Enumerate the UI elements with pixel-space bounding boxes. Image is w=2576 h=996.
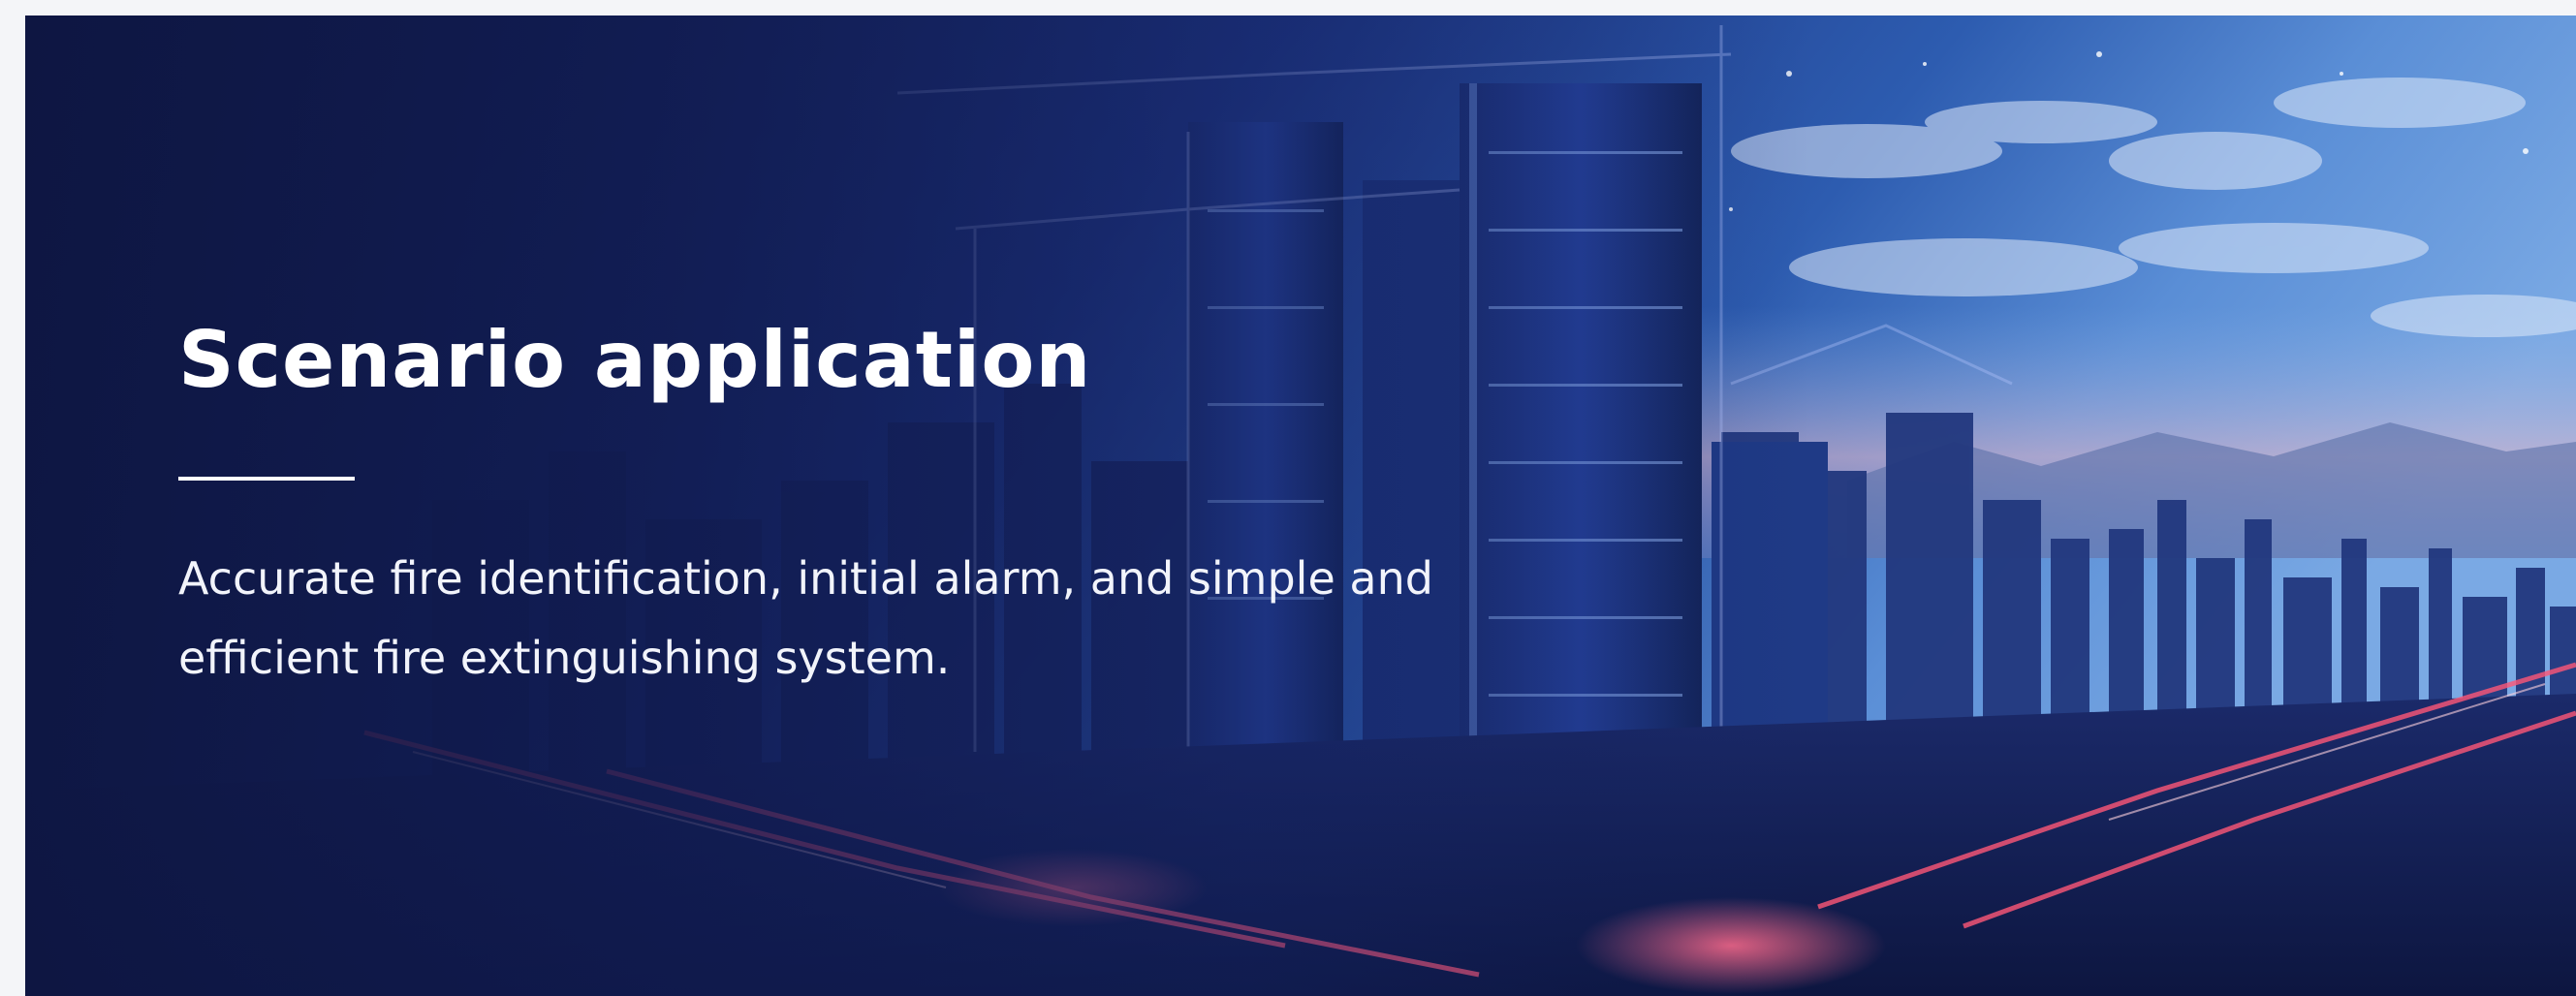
banner-description: Accurate fire identification, initial al… xyxy=(178,552,1433,684)
banner-content: Scenario application Accurate fire ident… xyxy=(178,306,1632,698)
hero-banner: Scenario application Accurate fire ident… xyxy=(25,16,2576,996)
banner-title: Scenario application xyxy=(178,315,1092,405)
page-frame: Scenario application Accurate fire ident… xyxy=(0,0,2576,996)
title-divider xyxy=(178,477,355,481)
